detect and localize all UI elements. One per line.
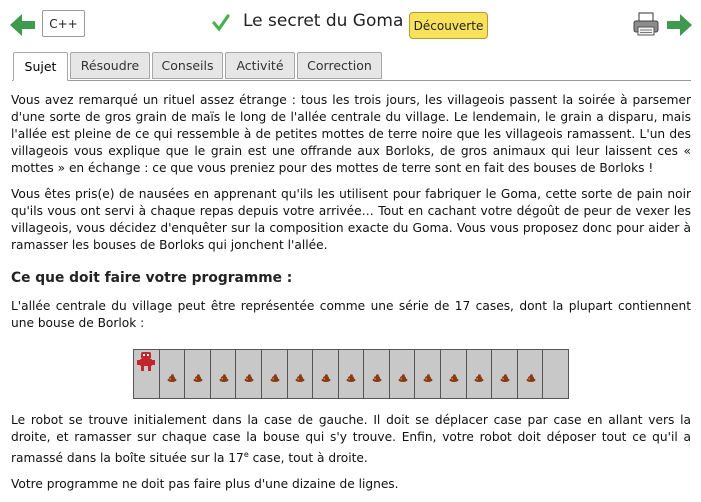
printer-icon[interactable] [633, 12, 659, 36]
tab-conseils[interactable]: Conseils [152, 52, 223, 79]
check-icon [212, 14, 230, 32]
dung-icon [526, 374, 536, 382]
level-badge-label: Découverte [413, 18, 484, 33]
grid-cell [491, 349, 518, 399]
grid-cell [363, 349, 390, 399]
dung-icon [500, 374, 510, 382]
dung-icon [449, 374, 459, 382]
grid-cell [465, 349, 493, 399]
village-alley-grid [133, 349, 569, 399]
dung-icon [167, 374, 177, 382]
dung-icon [270, 374, 280, 382]
grid-cell [542, 349, 569, 399]
language-selector[interactable]: C++ [42, 10, 85, 37]
grid-cell [286, 349, 314, 399]
tab-label: Correction [307, 58, 372, 73]
robot-icon [137, 352, 155, 371]
tab-correction[interactable]: Correction [297, 52, 382, 79]
level-badge: Découverte [409, 12, 488, 39]
dung-icon [372, 374, 382, 382]
grid-cell [158, 349, 186, 399]
grid-cell [388, 349, 416, 399]
dung-icon [295, 374, 305, 382]
tab-label: Conseils [161, 58, 214, 73]
grid-cell [414, 349, 442, 399]
dung-icon [193, 374, 203, 382]
dung-icon [244, 374, 254, 382]
problem-statement: Vous avez remarqué un rituel assez étran… [11, 92, 691, 341]
arrow-left-icon[interactable] [10, 14, 36, 36]
grid-cell [312, 349, 339, 399]
page-title: Le secret du Goma [243, 11, 404, 31]
grid-cell [184, 349, 211, 399]
robot-task-text-end: case, tout à droite. [248, 451, 368, 466]
grid-cell [260, 349, 288, 399]
grid-cell [235, 349, 262, 399]
tab-label: Résoudre [80, 58, 140, 73]
tab-sujet[interactable]: Sujet [13, 52, 68, 81]
dung-icon [346, 374, 356, 382]
paragraph-story: Vous êtes pris(e) de nausées en apprenan… [11, 187, 691, 252]
dung-icon [321, 374, 331, 382]
grid-cell [516, 349, 544, 399]
dung-icon [474, 374, 484, 382]
tab-bar: Sujet Résoudre Conseils Activité Correct… [12, 52, 691, 81]
dung-icon [219, 374, 229, 382]
grid-cell [337, 349, 365, 399]
language-label: C++ [49, 16, 78, 31]
paragraph-robot-task: Le robot se trouve initialement dans la … [11, 412, 691, 467]
tab-activite[interactable]: Activité [225, 52, 295, 79]
dung-icon [398, 374, 408, 382]
paragraph-constraint: Votre programme ne doit pas faire plus d… [11, 477, 399, 492]
top-bar: C++ Le secret du Goma Découverte [0, 0, 701, 48]
paragraph-intro: Vous avez remarqué un rituel assez étran… [11, 93, 691, 175]
grid-cell [440, 349, 467, 399]
tab-label: Sujet [24, 59, 57, 74]
grid-cell [133, 349, 160, 399]
tab-label: Activité [236, 58, 284, 73]
grid-cell [209, 349, 237, 399]
paragraph-grid-description: L'allée centrale du village peut être re… [11, 299, 691, 330]
tab-resoudre[interactable]: Résoudre [70, 52, 150, 79]
section-heading: Ce que doit faire votre programme : [11, 270, 293, 286]
problem-instructions: Le robot se trouve initialement dans la … [11, 412, 691, 502]
arrow-right-icon[interactable] [666, 14, 692, 36]
dung-icon [423, 374, 433, 382]
